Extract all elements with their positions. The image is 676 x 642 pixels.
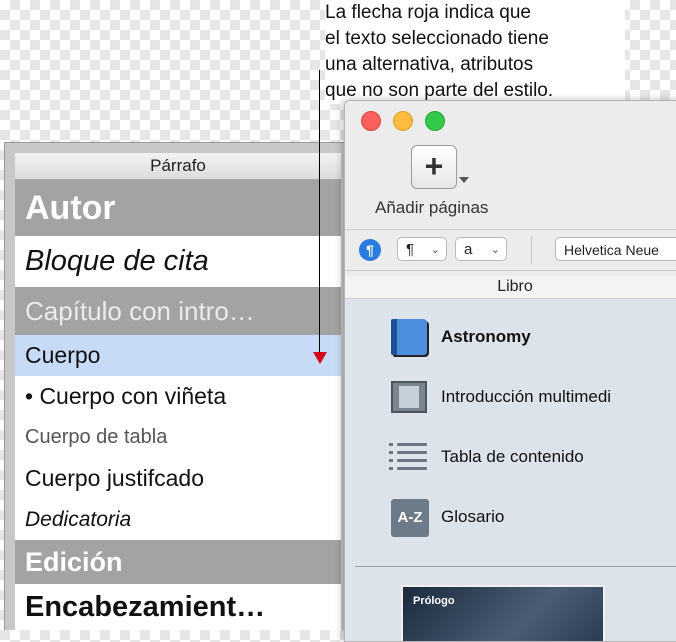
chevron-down-icon[interactable] xyxy=(459,177,469,183)
book-icon xyxy=(391,319,427,355)
style-item-cuerpo-con-vineta[interactable]: • Cuerpo con viñeta xyxy=(15,376,341,417)
style-item-bloque-de-cita[interactable]: Bloque de cita xyxy=(15,236,341,287)
style-item-autor[interactable]: Autor xyxy=(15,180,341,236)
paragraph-icon[interactable]: ¶ xyxy=(359,239,381,261)
paragraph-style-popup[interactable]: ¶ ⌄ xyxy=(397,237,447,261)
page-thumbnail[interactable]: Prólogo xyxy=(401,585,605,641)
callout-line xyxy=(319,70,320,356)
red-arrow-icon xyxy=(313,352,327,364)
window-close-button[interactable] xyxy=(361,111,381,131)
thumbnail-label: Prólogo xyxy=(413,595,455,607)
libro-item-label: Introducción multimedi xyxy=(441,387,612,406)
style-item-encabezamiento[interactable]: Encabezamient… xyxy=(15,584,341,630)
chevron-down-icon: ⌄ xyxy=(490,244,500,256)
add-pages-label: Añadir páginas xyxy=(375,198,489,217)
annotation-line: La flecha roja indica que xyxy=(325,2,531,23)
character-style-popup-value: a xyxy=(464,241,473,258)
list-icon xyxy=(389,437,429,477)
style-item-dedicatoria[interactable]: Dedicatoria xyxy=(15,499,341,540)
font-family-popup[interactable]: Helvetica Neue xyxy=(555,237,676,261)
libro-item-label: Astronomy xyxy=(441,327,531,346)
libro-item-label: Glosario xyxy=(441,507,505,526)
style-item-cuerpo-justificado[interactable]: Cuerpo justifcado xyxy=(15,458,341,499)
annotation-line: el texto seleccionado tiene xyxy=(325,28,549,49)
style-item-cuerpo-selected[interactable]: Cuerpo xyxy=(15,335,341,376)
libro-pane: Astronomy Introducción multimedi Tabla d… xyxy=(345,299,676,641)
annotation-line: una alternativa, atributos xyxy=(325,54,534,75)
style-item-edicion[interactable]: Edición xyxy=(15,540,341,584)
paragraph-style-list: Autor Bloque de cita Capítulo con intro…… xyxy=(15,180,341,630)
window-zoom-button[interactable] xyxy=(425,111,445,131)
window-minimize-button[interactable] xyxy=(393,111,413,131)
libro-section-title: Libro xyxy=(345,276,676,299)
app-window: + Añadir páginas ¶ ¶ ⌄ a ⌄ Helvetica Neu… xyxy=(344,100,676,642)
font-family-popup-value: Helvetica Neue xyxy=(564,242,659,258)
paragraph-styles-panel: Párrafo Autor Bloque de cita Capítulo co… xyxy=(4,142,352,630)
add-pages-button[interactable]: + xyxy=(411,145,457,189)
paragraph-style-popup-value: ¶ xyxy=(406,241,415,258)
paragraph-panel-title: Párrafo xyxy=(15,153,341,180)
style-item-capitulo-con-intro[interactable]: Capítulo con intro… xyxy=(15,287,341,335)
chevron-down-icon: ⌄ xyxy=(430,244,440,256)
divider xyxy=(531,236,532,264)
libro-item-label: Tabla de contenido xyxy=(441,447,584,466)
style-item-cuerpo-de-tabla[interactable]: Cuerpo de tabla xyxy=(15,417,341,458)
annotation-callout: La flecha roja indica que el texto selec… xyxy=(325,0,625,104)
character-style-popup[interactable]: a ⌄ xyxy=(455,237,507,261)
film-icon xyxy=(391,381,427,413)
az-icon: A-Z xyxy=(391,499,429,537)
format-bar: ¶ ¶ ⌄ a ⌄ Helvetica Neue xyxy=(345,229,676,271)
divider xyxy=(355,566,676,567)
